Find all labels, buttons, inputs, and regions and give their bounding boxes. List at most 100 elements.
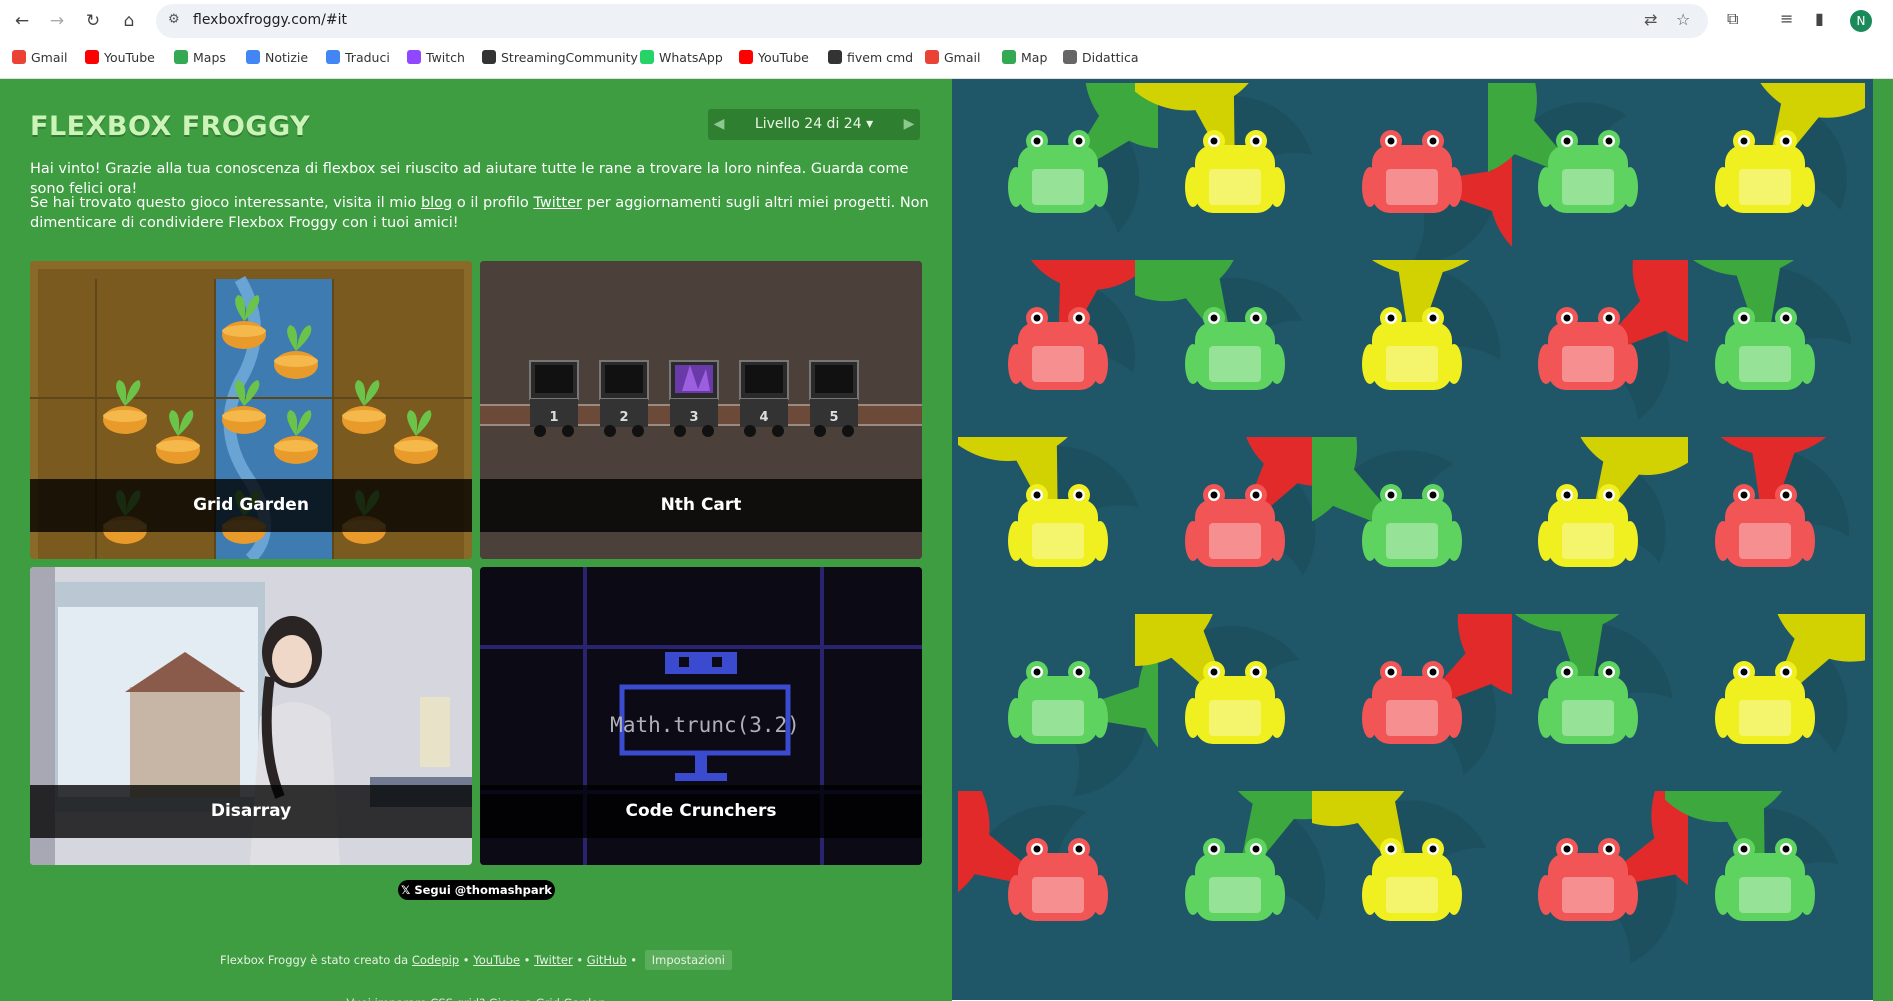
bookmark-label: Notizie [265, 50, 309, 65]
settings-button[interactable]: Impostazioni [644, 950, 732, 970]
star-icon[interactable]: ☆ [1676, 10, 1690, 29]
sidepanel-icon[interactable]: ▮ [1815, 9, 1824, 28]
lilypad-green [1135, 791, 1335, 991]
url-text[interactable]: flexboxfroggy.com/#it [193, 12, 347, 28]
bookmark-fivem-cmd[interactable]: fivem cmd [828, 50, 913, 65]
bookmark-favicon-icon [85, 50, 99, 64]
back-icon[interactable]: ← [8, 7, 36, 35]
lilypad-red [1312, 83, 1512, 283]
card-grid-garden[interactable]: Grid Garden [30, 261, 472, 559]
card-code-crunchers[interactable]: Math.trunc(3.2) Code Crunchers [480, 567, 922, 865]
bookmark-favicon-icon [174, 50, 188, 64]
grid-garden-promo[interactable]: Vuoi imparare CSS grid? Gioca a Grid Gar… [0, 992, 952, 1001]
bookmark-favicon-icon [326, 50, 340, 64]
address-bar[interactable]: ⚙ flexboxfroggy.com/#it ⇄ ☆ [156, 4, 1708, 38]
lilypad-green [958, 83, 1158, 283]
cart-3: 3 [669, 360, 719, 437]
card-nth-cart[interactable]: 1 2 3 4 5 Nth Cart [480, 261, 922, 559]
cart-number: 4 [759, 410, 768, 425]
separator: • [576, 953, 584, 967]
lilypad-yellow [1312, 260, 1512, 460]
next-level-button[interactable]: ▶ [898, 109, 920, 140]
cart-2: 2 [599, 360, 649, 437]
footer-link-codepip[interactable]: Codepip [412, 953, 459, 967]
frog-green [1008, 661, 1108, 744]
game-board [952, 79, 1873, 1000]
lilypad-red [958, 791, 1158, 991]
footer: Flexbox Froggy è stato creato da Codepip… [0, 950, 952, 970]
lilypad-yellow [1135, 614, 1335, 814]
lilypad-yellow [1488, 437, 1688, 637]
lilypad-green [1665, 260, 1865, 460]
cart-number: 2 [619, 410, 628, 425]
twitter-follow-button[interactable]: 𝕏 Segui @thomashpark [398, 880, 555, 900]
toolbar: ← → ↻ ⌂ ⚙ flexboxfroggy.com/#it ⇄ ☆ ⧉ ≡ … [0, 0, 1893, 41]
bookmark-youtube[interactable]: YouTube [739, 50, 809, 65]
bookmark-label: StreamingCommunity [501, 50, 638, 65]
bookmark-favicon-icon [739, 50, 753, 64]
frog-red [1538, 307, 1638, 390]
bookmark-gmail[interactable]: Gmail [925, 50, 980, 65]
cart-number: 3 [689, 410, 698, 425]
footer-link-youtube[interactable]: YouTube [473, 953, 520, 967]
bookmark-label: WhatsApp [659, 50, 723, 65]
bookmark-youtube[interactable]: YouTube [85, 50, 155, 65]
bookmark-traduci[interactable]: Traduci [326, 50, 390, 65]
lilypad-green [1665, 791, 1865, 991]
bookmark-maps[interactable]: Maps [174, 50, 226, 65]
card-title: Nth Cart [480, 479, 922, 532]
reload-icon[interactable]: ↻ [79, 7, 107, 35]
lilypad-red [1665, 437, 1865, 637]
code-expression: Math.trunc(3.2) [610, 713, 800, 737]
bookmark-label: Maps [193, 50, 226, 65]
footer-link-github[interactable]: GitHub [587, 953, 627, 967]
translate-icon[interactable]: ⇄ [1644, 10, 1657, 29]
lilypad-red [1312, 614, 1512, 814]
lilypad-yellow [1665, 614, 1865, 814]
cart-4: 4 [739, 360, 789, 437]
level-indicator[interactable]: Livello 24 di 24 ▾ [734, 109, 894, 140]
media-icon[interactable]: ≡ [1780, 9, 1793, 28]
lilypad-red [1135, 437, 1335, 637]
footer-link-twitter[interactable]: Twitter [534, 953, 573, 967]
bookmark-map[interactable]: Map [1002, 50, 1047, 65]
lilypad-green [1135, 260, 1335, 460]
promo-before: Se hai trovato questo gioco interessante… [30, 195, 421, 211]
frog-red [1362, 661, 1462, 744]
card-disarray[interactable]: Disarray [30, 567, 472, 865]
bookmark-label: Twitch [426, 50, 465, 65]
scrollbar-track[interactable] [1873, 79, 1893, 1001]
home-icon[interactable]: ⌂ [115, 7, 143, 35]
cart-number: 1 [549, 410, 558, 425]
bookmark-favicon-icon [925, 50, 939, 64]
forward-icon[interactable]: → [43, 7, 71, 35]
profile-avatar[interactable]: N [1850, 10, 1872, 32]
bookmark-favicon-icon [246, 50, 260, 64]
lilypad-green [958, 614, 1158, 814]
bookmark-streamingcommunity[interactable]: StreamingCommunity [482, 50, 638, 65]
separator: • [523, 953, 531, 967]
bookmark-label: Gmail [31, 50, 68, 65]
lilypad-green [1488, 614, 1688, 814]
promo-text: Se hai trovato questo gioco interessante… [30, 193, 930, 233]
bookmark-favicon-icon [828, 50, 842, 64]
bookmark-didattica[interactable]: Didattica [1063, 50, 1139, 65]
cart-5: 5 [809, 360, 859, 437]
bookmark-gmail[interactable]: Gmail [12, 50, 67, 65]
extensions-icon[interactable]: ⧉ [1727, 9, 1738, 29]
bookmark-label: YouTube [758, 50, 809, 65]
prev-level-button[interactable]: ◀ [708, 109, 730, 140]
bookmark-whatsapp[interactable]: WhatsApp [640, 50, 723, 65]
lilypad-green [1488, 83, 1688, 283]
site-info-icon[interactable]: ⚙ [168, 12, 180, 27]
twitter-link[interactable]: Twitter [533, 195, 582, 211]
bookmark-twitch[interactable]: Twitch [407, 50, 465, 65]
blog-link[interactable]: blog [421, 195, 452, 211]
lilypad-yellow [958, 437, 1158, 637]
bookmark-notizie[interactable]: Notizie [246, 50, 308, 65]
lilypad-yellow [1135, 83, 1335, 283]
card-title: Grid Garden [30, 479, 472, 532]
lilypad-red [1488, 791, 1688, 991]
lilypad-green [1312, 437, 1512, 637]
separator: • [462, 953, 470, 967]
